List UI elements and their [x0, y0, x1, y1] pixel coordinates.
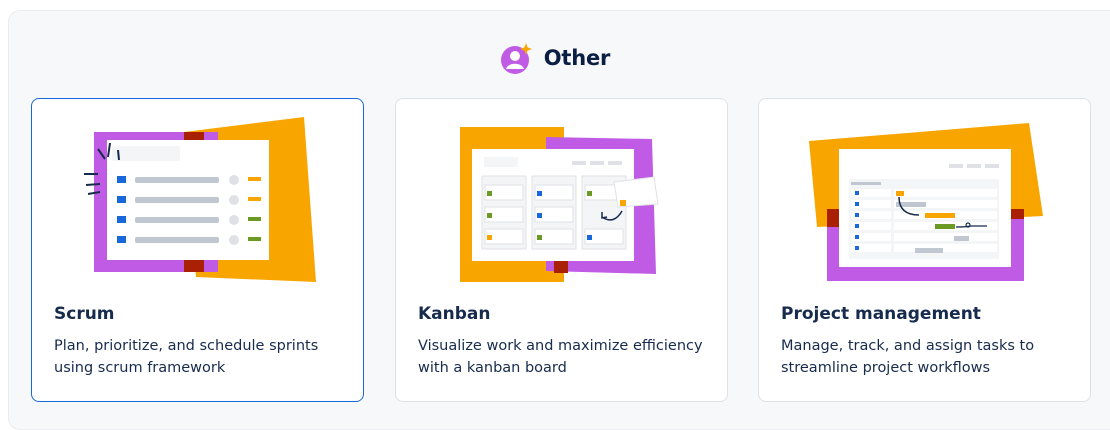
scrum-board-illustration	[84, 117, 316, 282]
card-description-line: Visualize work and maximize efficiency	[418, 338, 703, 354]
category-header: Other	[0, 38, 1110, 78]
card-description: Manage, track, and assign tasks to strea…	[781, 335, 1081, 379]
card-title: Kanban	[418, 304, 491, 324]
template-card-project-management[interactable]: Project management Manage, track, and as…	[758, 98, 1091, 402]
card-title: Scrum	[54, 304, 115, 324]
timeline-illustration	[809, 123, 1043, 281]
category-title: Other	[543, 46, 611, 70]
card-description-line: Plan, prioritize, and schedule sprints	[54, 338, 319, 354]
card-title: Project management	[781, 304, 981, 324]
card-description-line: streamline project workflows	[781, 360, 991, 376]
card-description-line: using scrum framework	[54, 360, 226, 376]
card-description-line: with a kanban board	[418, 360, 567, 376]
template-card-kanban[interactable]: Kanban Visualize work and maximize effic…	[395, 98, 728, 402]
card-description-line: Manage, track, and assign tasks to	[781, 338, 1035, 354]
person-sparkle-icon	[500, 43, 532, 74]
kanban-board-illustration	[460, 127, 659, 282]
template-card-scrum[interactable]: Scrum Plan, prioritize, and schedule spr…	[31, 98, 364, 402]
card-description: Plan, prioritize, and schedule sprints u…	[54, 335, 354, 379]
card-description: Visualize work and maximize efficiency w…	[418, 335, 718, 379]
